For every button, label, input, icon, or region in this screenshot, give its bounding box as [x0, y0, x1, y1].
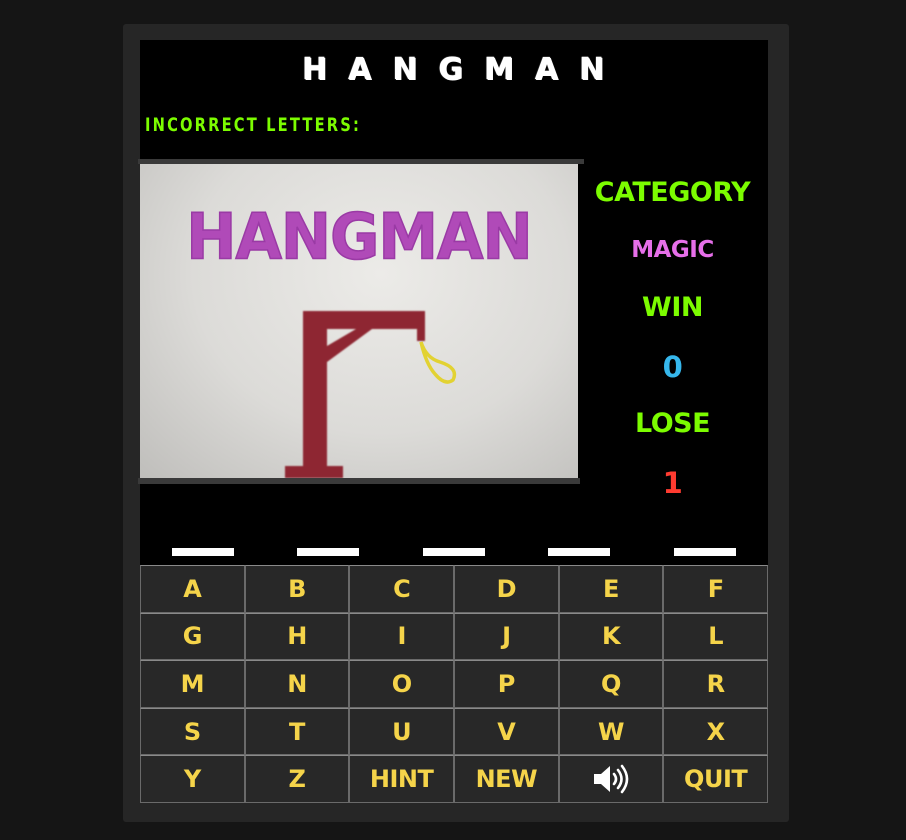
letter-blank: [674, 548, 736, 556]
key-h[interactable]: H: [244, 612, 350, 661]
hangman-banner-text: HANGMAN: [186, 200, 531, 274]
win-label: WIN: [642, 292, 703, 323]
sound-icon: [593, 764, 629, 794]
noose-icon: [419, 341, 457, 384]
letter-blank: [172, 548, 234, 556]
key-k[interactable]: K: [558, 612, 664, 661]
game-title: HANGMAN: [301, 52, 626, 87]
key-l[interactable]: L: [663, 612, 768, 661]
key-p[interactable]: P: [453, 660, 559, 708]
category-value: MAGIC: [631, 237, 714, 263]
hint-button[interactable]: HINT: [349, 755, 454, 803]
new-game-button[interactable]: NEW: [453, 755, 559, 803]
key-y[interactable]: Y: [140, 755, 245, 803]
key-u[interactable]: U: [349, 707, 454, 756]
key-v[interactable]: V: [453, 707, 559, 756]
gallows: [285, 311, 425, 478]
stats-panel: CATEGORY MAGIC WIN 0 LOSE 1: [585, 160, 760, 520]
key-f[interactable]: F: [663, 565, 768, 613]
key-a[interactable]: A: [140, 565, 245, 613]
key-r[interactable]: R: [663, 660, 768, 708]
key-x[interactable]: X: [663, 707, 768, 756]
key-t[interactable]: T: [244, 707, 350, 756]
letter-blank: [548, 548, 610, 556]
hangman-picture-panel: HANGMAN: [138, 159, 584, 484]
sound-toggle-button[interactable]: [558, 755, 664, 803]
key-o[interactable]: O: [349, 660, 454, 708]
key-s[interactable]: S: [140, 707, 245, 756]
letter-blank: [297, 548, 359, 556]
hangman-picture: HANGMAN: [140, 164, 578, 478]
letter-keyboard: A B C D E F G H I J K L M N O P Q R S T …: [140, 565, 768, 803]
key-q[interactable]: Q: [558, 660, 664, 708]
key-e[interactable]: E: [558, 565, 664, 613]
key-w[interactable]: W: [558, 707, 664, 756]
lose-label: LOSE: [634, 408, 711, 439]
word-blanks: [140, 548, 768, 558]
key-d[interactable]: D: [453, 565, 559, 613]
gallows-hook: [417, 311, 425, 341]
key-z[interactable]: Z: [244, 755, 350, 803]
incorrect-letters-label: INCORRECT LETTERS:: [145, 114, 362, 136]
quit-button[interactable]: QUIT: [663, 755, 768, 803]
gallows-base: [285, 466, 343, 478]
key-g[interactable]: G: [140, 612, 245, 661]
gallows-post: [303, 311, 327, 471]
key-m[interactable]: M: [140, 660, 245, 708]
win-count: 0: [662, 350, 683, 384]
gallows-beam: [303, 311, 423, 329]
lose-count: 1: [662, 466, 683, 500]
category-label: CATEGORY: [594, 177, 751, 208]
picture-bottom-border: [138, 478, 580, 484]
key-c[interactable]: C: [349, 565, 454, 613]
key-j[interactable]: J: [453, 612, 559, 661]
gallows-illustration: HANGMAN: [186, 199, 533, 478]
key-n[interactable]: N: [244, 660, 350, 708]
letter-blank: [423, 548, 485, 556]
key-b[interactable]: B: [244, 565, 350, 613]
gallows-brace: [327, 329, 372, 362]
key-i[interactable]: I: [349, 612, 454, 661]
